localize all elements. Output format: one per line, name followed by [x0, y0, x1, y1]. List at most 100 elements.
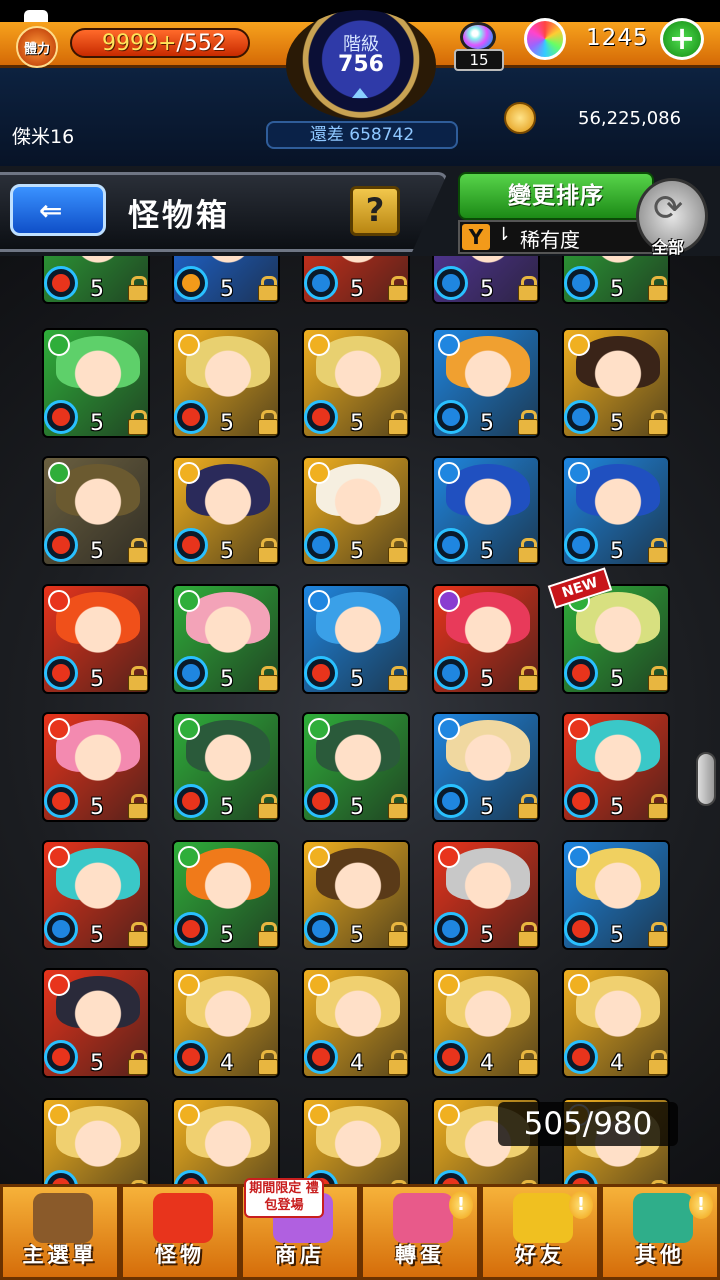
monster-card[interactable]: 5 [562, 840, 670, 950]
change-sort-button[interactable]: 變更排序 [458, 172, 654, 220]
lock-icon[interactable] [386, 922, 408, 947]
nav-item-3[interactable]: 轉蛋! [360, 1184, 480, 1280]
lock-icon[interactable] [646, 666, 668, 691]
monster-card[interactable]: 5 [562, 256, 670, 304]
lock-icon[interactable] [126, 666, 148, 691]
monster-level: 5 [220, 923, 234, 948]
lock-icon[interactable] [516, 538, 538, 563]
lock-icon[interactable] [256, 666, 278, 691]
element-fruit-icon [304, 784, 338, 818]
monster-card[interactable]: 5 [42, 968, 150, 1078]
nav-item-4[interactable]: 好友! [480, 1184, 600, 1280]
nav-item-5[interactable]: 其他! [600, 1184, 720, 1280]
lock-icon[interactable] [646, 1050, 668, 1075]
lock-icon[interactable] [646, 922, 668, 947]
lock-icon[interactable] [386, 538, 408, 563]
monster-card[interactable]: 5 [172, 256, 280, 304]
nav-item-0[interactable]: 主選單 [0, 1184, 120, 1280]
lock-icon[interactable] [386, 276, 408, 301]
monster-card[interactable] [172, 1098, 280, 1184]
lock-icon[interactable] [386, 1050, 408, 1075]
monster-face [456, 476, 520, 540]
monster-card[interactable]: 5 [432, 840, 540, 950]
element-fruit-icon [44, 656, 78, 690]
monster-card[interactable]: 5 [432, 456, 540, 566]
monster-card[interactable]: 5 [172, 712, 280, 822]
lock-icon[interactable] [256, 276, 278, 301]
lock-icon[interactable] [516, 666, 538, 691]
monster-face [196, 476, 260, 540]
monster-card[interactable]: 5 [562, 456, 670, 566]
add-orb-button[interactable]: + [660, 18, 704, 60]
lock-icon[interactable] [126, 410, 148, 435]
monster-card[interactable]: 4 [172, 968, 280, 1078]
monster-card[interactable]: 5 [562, 328, 670, 438]
monster-card[interactable]: 5 [432, 712, 540, 822]
monster-grid[interactable]: 5 5 5 5 5 5 5 5 5 5 5 5 5 5 5 5 5 5 5 5 5 5 5 5 5 5 5 5 5 5 5 4 4 4 4 [0, 256, 720, 1184]
monster-card[interactable]: 5 [172, 328, 280, 438]
lock-icon[interactable] [256, 1050, 278, 1075]
lock-icon[interactable] [126, 1050, 148, 1075]
back-button[interactable]: ⇐ [10, 184, 106, 236]
lock-icon[interactable] [386, 410, 408, 435]
help-button[interactable]: ? [350, 186, 400, 236]
monster-card[interactable] [302, 1098, 410, 1184]
lock-icon[interactable] [516, 276, 538, 301]
monster-card[interactable]: 5 [42, 584, 150, 694]
monster-card[interactable]: 5 [42, 256, 150, 304]
filter-icon[interactable]: Y [462, 224, 490, 250]
monster-level: 5 [90, 411, 104, 436]
monster-card[interactable]: 5 [302, 584, 410, 694]
monster-level: 4 [220, 1051, 234, 1076]
monster-card[interactable]: 5 [302, 840, 410, 950]
monster-level: 5 [350, 795, 364, 820]
monster-card[interactable]: 5 [42, 712, 150, 822]
element-fruit-icon [564, 912, 598, 946]
monster-card[interactable] [42, 1098, 150, 1184]
scroll-handle[interactable] [696, 752, 716, 806]
lock-icon[interactable] [126, 538, 148, 563]
monster-level: 5 [610, 411, 624, 436]
attribute-icon [48, 846, 70, 868]
lock-icon[interactable] [126, 922, 148, 947]
monster-card[interactable]: 5 [172, 584, 280, 694]
monster-card[interactable]: 5 [42, 456, 150, 566]
monster-level: 5 [610, 795, 624, 820]
refresh-icon: ⟳ [653, 188, 684, 229]
lock-icon[interactable] [646, 538, 668, 563]
monster-level: 5 [90, 923, 104, 948]
monster-card[interactable]: 5 [42, 840, 150, 950]
monster-card[interactable]: 5 [432, 584, 540, 694]
monster-card[interactable]: 5 [302, 712, 410, 822]
monster-card[interactable]: 5 [302, 328, 410, 438]
lock-icon[interactable] [126, 276, 148, 301]
monster-card[interactable]: 5 [302, 456, 410, 566]
lock-icon[interactable] [256, 538, 278, 563]
lock-icon[interactable] [256, 922, 278, 947]
lock-icon[interactable] [516, 1050, 538, 1075]
lock-icon[interactable] [256, 410, 278, 435]
lock-icon[interactable] [516, 410, 538, 435]
monster-card[interactable]: 4 [562, 968, 670, 1078]
monster-card[interactable]: 4 [302, 968, 410, 1078]
gacha-ticket-badge[interactable]: 15 [450, 22, 506, 72]
monster-card[interactable]: 5 [562, 712, 670, 822]
lock-icon[interactable] [126, 794, 148, 819]
monster-card[interactable]: 4 [432, 968, 540, 1078]
lock-icon[interactable] [646, 410, 668, 435]
monster-card[interactable]: 5 [432, 256, 540, 304]
monster-card[interactable]: 5 [172, 840, 280, 950]
lock-icon[interactable] [516, 794, 538, 819]
nav-item-1[interactable]: 怪物 [120, 1184, 240, 1280]
lock-icon[interactable] [646, 276, 668, 301]
monster-card[interactable]: 5 [172, 456, 280, 566]
monster-level: 4 [350, 1051, 364, 1076]
lock-icon[interactable] [386, 794, 408, 819]
monster-card[interactable]: 5 [42, 328, 150, 438]
monster-card[interactable]: 5 [432, 328, 540, 438]
lock-icon[interactable] [386, 666, 408, 691]
lock-icon[interactable] [256, 794, 278, 819]
monster-card[interactable]: 5 [302, 256, 410, 304]
lock-icon[interactable] [516, 922, 538, 947]
lock-icon[interactable] [646, 794, 668, 819]
